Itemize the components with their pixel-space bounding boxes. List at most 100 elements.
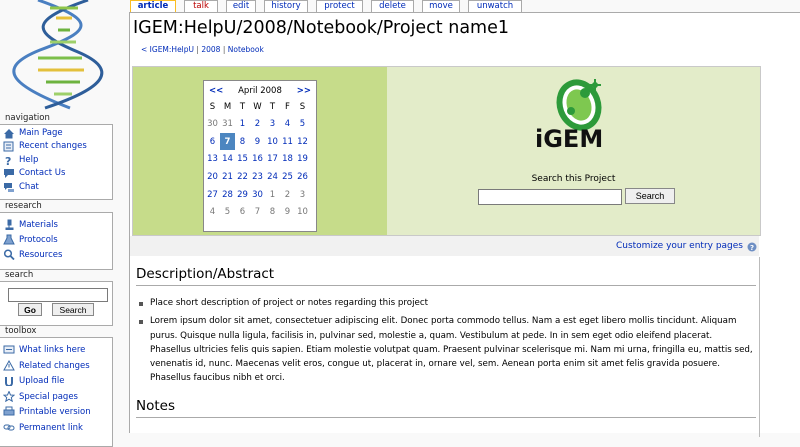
tab-history[interactable]: history [264, 0, 308, 12]
tool-special-pages-label: Special pages [19, 391, 78, 402]
calendar-day[interactable]: 4 [205, 203, 220, 221]
calendar-day[interactable]: 19 [295, 150, 310, 168]
nav-recent-changes-label: Recent changes [19, 141, 87, 152]
calendar-day[interactable]: 7 [250, 203, 265, 221]
project-search-input[interactable] [478, 189, 622, 205]
nav-protocols[interactable]: Protocols [0, 233, 112, 248]
nav-resources[interactable]: Resources [0, 248, 112, 263]
tab-talk[interactable]: talk [184, 0, 218, 12]
project-search-button[interactable]: Search [625, 188, 675, 204]
calendar-day[interactable]: 27 [205, 186, 220, 204]
weekday-label: S [209, 102, 216, 112]
house-icon [4, 129, 14, 139]
calendar-next-month[interactable]: >> [297, 86, 311, 96]
customize-entry-pages-link[interactable]: Customize your entry pages [616, 241, 743, 251]
site-logo-dna-helix[interactable] [0, 0, 130, 110]
help-icon[interactable]: ? [747, 242, 757, 252]
tool-upload-file[interactable]: Upload file [0, 374, 112, 390]
calendar-day[interactable]: 29 [235, 186, 250, 204]
tab-edit[interactable]: edit [226, 0, 256, 12]
breadcrumb-link-helpu[interactable]: < IGEM:HelpU [141, 45, 194, 54]
navigation-heading: navigation [5, 113, 50, 123]
tab-unwatch[interactable]: unwatch [468, 0, 522, 12]
tool-related-changes[interactable]: Related changes [0, 359, 112, 375]
nav-materials[interactable]: Materials [0, 218, 112, 233]
calendar-day[interactable]: 22 [235, 168, 250, 186]
star-icon [3, 390, 15, 402]
calendar-day[interactable]: 26 [295, 168, 310, 186]
tool-what-links-here[interactable]: What links here [0, 343, 112, 359]
tab-delete[interactable]: delete [371, 0, 414, 12]
calendar-day[interactable]: 3 [295, 186, 310, 204]
calendar-day[interactable]: 6 [235, 203, 250, 221]
project-search-panel: iGEM [387, 67, 760, 235]
sidebar-search-button[interactable]: Search [52, 303, 94, 316]
nav-recent-changes[interactable]: Recent changes [0, 140, 112, 153]
flask-icon [3, 234, 15, 245]
calendar-day[interactable]: 15 [235, 150, 250, 168]
calendar-day[interactable]: 12 [295, 133, 310, 151]
calendar-day[interactable]: 3 [265, 115, 280, 133]
calendar-day[interactable]: 21 [220, 168, 235, 186]
tool-special-pages[interactable]: Special pages [0, 390, 112, 406]
go-button[interactable]: Go [18, 303, 42, 316]
calendar-day[interactable]: 11 [280, 133, 295, 151]
question-icon: ? [5, 155, 11, 166]
nav-materials-label: Materials [19, 220, 58, 230]
tab-protect[interactable]: protect [316, 0, 363, 12]
calendar-day[interactable]: 30 [205, 115, 220, 133]
sidebar-search-input[interactable] [8, 288, 108, 302]
list-item: Place short description of project or no… [136, 296, 754, 310]
calendar-day[interactable]: 10 [295, 203, 310, 221]
calendar-day[interactable]: 14 [220, 150, 235, 168]
calendar-day[interactable]: 28 [220, 186, 235, 204]
calendar-day[interactable]: 17 [265, 150, 280, 168]
tool-permanent-link[interactable]: Permanent link [0, 421, 112, 437]
calendar: << April 2008 >> S M T W T F S 30 31 1 2 3 4 5… [203, 80, 317, 232]
calendar-day[interactable]: 30 [250, 186, 265, 204]
breadcrumb-link-year[interactable]: 2008 [201, 45, 220, 54]
calendar-day[interactable]: 8 [265, 203, 280, 221]
svg-text:iGEM: iGEM [535, 125, 603, 151]
calendar-day[interactable]: 8 [235, 133, 250, 151]
igem-logo: iGEM [535, 79, 603, 151]
breadcrumb-link-notebook[interactable]: Notebook [228, 45, 264, 54]
calendar-day[interactable]: 18 [280, 150, 295, 168]
tool-printable-version[interactable]: Printable version [0, 405, 112, 421]
nav-main-page[interactable]: Main Page [0, 127, 112, 140]
calendar-panel: << April 2008 >> S M T W T F S 30 31 1 2 3 4 5… [133, 67, 387, 235]
calendar-day[interactable]: 13 [205, 150, 220, 168]
nav-help[interactable]: ? Help [0, 154, 112, 167]
toolbox-heading: toolbox [5, 326, 37, 336]
upload-icon [5, 377, 13, 386]
calendar-day[interactable]: 31 [220, 115, 235, 133]
tab-move[interactable]: move [422, 0, 460, 12]
calendar-day[interactable]: 4 [280, 115, 295, 133]
chat-icon [4, 182, 14, 192]
customize-bar: Customize your entry pages ? [130, 236, 759, 256]
calendar-day[interactable]: 5 [295, 115, 310, 133]
calendar-day[interactable]: 1 [265, 186, 280, 204]
nav-contact-us[interactable]: Contact Us [0, 167, 112, 180]
calendar-day[interactable]: 20 [205, 168, 220, 186]
calendar-day[interactable]: 9 [250, 133, 265, 151]
calendar-day[interactable]: 1 [235, 115, 250, 133]
breadcrumb: < IGEM:HelpU | 2008 | Notebook [141, 45, 264, 54]
calendar-day[interactable]: 25 [280, 168, 295, 186]
calendar-day[interactable]: 2 [280, 186, 295, 204]
calendar-day[interactable]: 16 [250, 150, 265, 168]
calendar-day[interactable]: 24 [265, 168, 280, 186]
calendar-day[interactable]: 2 [250, 115, 265, 133]
calendar-day[interactable]: 23 [250, 168, 265, 186]
magnifier-icon [3, 249, 15, 260]
calendar-day[interactable]: 9 [280, 203, 295, 221]
calendar-day[interactable]: 5 [220, 203, 235, 221]
tab-article[interactable]: article [130, 0, 176, 12]
nav-chat[interactable]: Chat [0, 181, 112, 194]
calendar-day[interactable]: 10 [265, 133, 280, 151]
calendar-day[interactable]: 7 [220, 132, 235, 151]
weekday-label: T [239, 102, 246, 112]
calendar-day[interactable]: 6 [205, 133, 220, 151]
nav-protocols-label: Protocols [19, 235, 58, 245]
tool-permanent-link-label: Permanent link [19, 422, 83, 433]
